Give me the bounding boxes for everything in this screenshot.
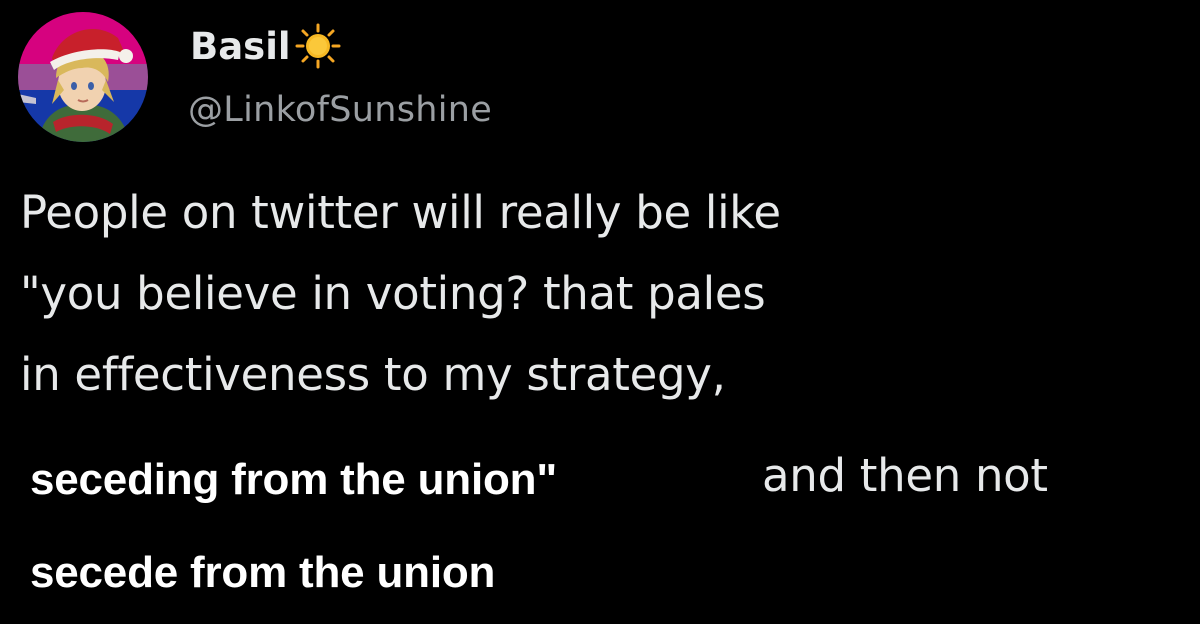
caption-overlay-line-1: seceding from the union": [30, 455, 557, 504]
tweet-text-tail: and then not: [762, 449, 1048, 502]
user-handle[interactable]: @LinkofSunshine: [188, 90, 492, 130]
avatar-image: [18, 12, 148, 142]
caption-overlay-line-2: secede from the union: [30, 548, 496, 597]
tweet-card: Basil @LinkofSunshine People on twitter …: [0, 0, 1200, 624]
tweet-text-line-1: People on twitter will really be like: [20, 186, 781, 239]
tweet-text-line-2: "you believe in voting? that pales: [20, 267, 766, 320]
display-name-row: Basil: [190, 18, 341, 74]
avatar[interactable]: [18, 12, 148, 142]
tweet-text-line-3: in effectiveness to my strategy,: [20, 348, 726, 401]
display-name[interactable]: Basil: [190, 25, 291, 68]
sun-emoji-icon: [295, 23, 341, 69]
